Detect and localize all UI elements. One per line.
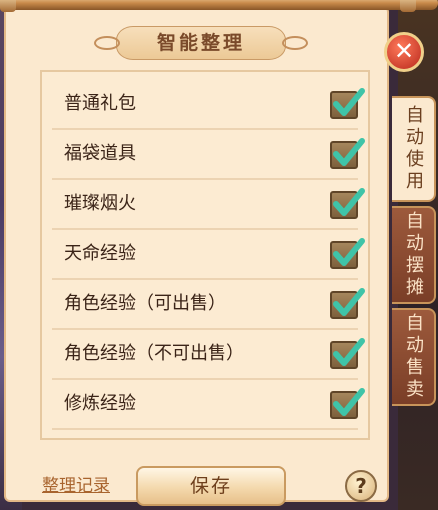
title-plate: 智能整理 [94,26,308,60]
list-item[interactable]: 角色经验（不可出售） [52,330,365,380]
scroll-knob-top-left [0,0,16,12]
tab-auto-use[interactable]: 自动使用 [392,96,436,202]
list-item[interactable]: 修炼经验 [52,380,365,430]
checkmark-icon [333,338,365,366]
checkmark-icon [333,138,365,166]
tab-auto-sell[interactable]: 自动售卖 [392,308,436,406]
checkmark-icon [333,238,365,266]
list-item[interactable]: 普通礼包 [52,80,365,130]
item-checkbox[interactable] [330,288,365,319]
scroll-rod-top [0,0,438,10]
item-checkbox[interactable] [330,238,365,269]
list-item[interactable]: 福袋道具 [52,130,365,180]
item-list: 普通礼包 福袋道具 璀璨烟火 天命经验 角色经验（可出售） 角色经验（不可出售）… [40,70,370,440]
scroll-knob-top-right [400,0,416,12]
checkmark-icon [333,288,365,316]
list-item[interactable]: 天命经验 [52,230,365,280]
help-button[interactable]: ? [345,470,377,502]
item-label: 福袋道具 [64,143,136,164]
item-label: 普通礼包 [64,93,136,114]
organize-record-link[interactable]: 整理记录 [42,471,110,496]
panel-title: 智能整理 [156,32,245,54]
list-item[interactable]: 璀璨烟火 [52,180,365,230]
item-label: 角色经验（可出售） [64,293,226,314]
tab-label: 自动摆摊 [403,211,424,299]
item-label: 角色经验（不可出售） [64,343,244,364]
item-label: 天命经验 [64,243,136,264]
item-checkbox[interactable] [330,338,365,369]
item-checkbox[interactable] [330,88,365,119]
checkmark-icon [333,88,365,116]
checkmark-icon [333,188,365,216]
close-button[interactable]: ✕ [384,32,424,72]
item-checkbox[interactable] [330,388,365,419]
item-checkbox[interactable] [330,138,365,169]
item-label: 璀璨烟火 [64,193,136,214]
smart-organize-panel: 智能整理 普通礼包 福袋道具 璀璨烟火 天命经验 角色经验（可出售） 角色经验（… [4,6,389,506]
tab-label: 自动使用 [403,105,424,193]
save-button[interactable]: 保存 [136,466,286,506]
tab-label: 自动售卖 [403,313,424,401]
list-item[interactable]: 角色经验（可出售） [52,280,365,330]
tab-auto-stall[interactable]: 自动摆摊 [392,206,436,304]
item-label: 修炼经验 [64,393,136,414]
checkmark-icon [333,388,365,416]
item-checkbox[interactable] [330,188,365,219]
